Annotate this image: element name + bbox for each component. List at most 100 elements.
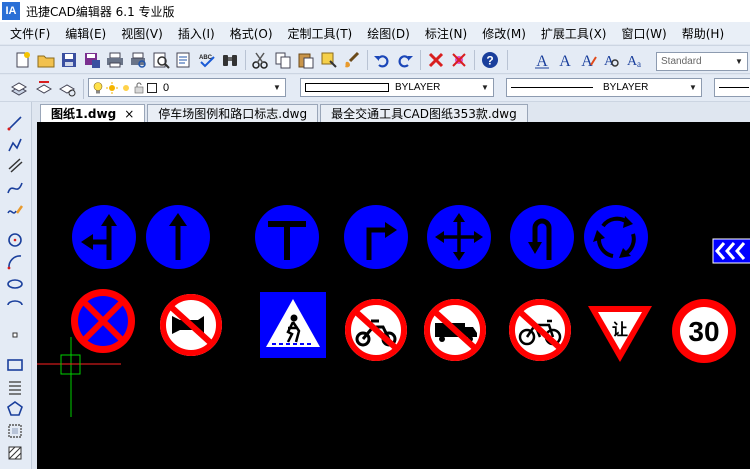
match-properties-icon[interactable] — [320, 51, 338, 69]
hatch-icon[interactable] — [6, 444, 24, 462]
text-style-icon[interactable]: A — [533, 51, 551, 69]
plot-icon[interactable] — [175, 51, 193, 69]
line-icon[interactable] — [6, 114, 24, 132]
menu-file[interactable]: 文件(F) — [10, 25, 50, 42]
linetype-value: BYLAYER — [603, 82, 649, 93]
sign-no-trucks[interactable] — [422, 297, 488, 363]
chevron-down-icon[interactable]: ▼ — [271, 81, 283, 94]
point-icon[interactable] — [6, 326, 24, 344]
tab-parking-signs[interactable]: 停车场图例和路口标志.dwg — [147, 104, 319, 122]
drawing-canvas[interactable]: 让 30 — [37, 122, 750, 469]
color-select[interactable]: BYLAYER ▼ — [300, 78, 494, 97]
ellipse-icon[interactable] — [6, 275, 24, 293]
paste-icon[interactable] — [297, 51, 315, 69]
sun-icon — [106, 81, 118, 94]
sign-roundabout[interactable] — [583, 204, 649, 270]
ucs-crosshair — [37, 337, 121, 417]
spellcheck-icon[interactable]: ABC — [198, 51, 216, 69]
mtext-icon[interactable]: A — [556, 51, 574, 69]
svg-text:A: A — [536, 53, 548, 69]
chevron-down-icon[interactable]: ▼ — [687, 81, 699, 94]
layer-manager-icon[interactable] — [10, 79, 28, 97]
menu-window[interactable]: 窗口(W) — [622, 25, 667, 42]
zoom-icon[interactable] — [152, 51, 170, 69]
saveas-icon[interactable] — [83, 51, 101, 69]
brush-icon[interactable] — [343, 51, 361, 69]
sign-u-turn[interactable] — [509, 204, 575, 270]
title-bar: IA 迅捷CAD编辑器 6.1 专业版 — [0, 0, 750, 22]
open-icon[interactable] — [37, 51, 55, 69]
sign-t-junction[interactable] — [254, 204, 320, 270]
chevron-down-icon[interactable]: ▼ — [479, 81, 491, 94]
menu-draw[interactable]: 绘图(D) — [367, 25, 410, 42]
menu-format[interactable]: 格式(O) — [230, 25, 273, 42]
helix-icon[interactable] — [6, 378, 24, 396]
sign-pedestrian-crossing[interactable] — [260, 292, 326, 358]
multiline-icon[interactable] — [6, 157, 24, 175]
sign-yield[interactable]: 让 — [586, 302, 654, 364]
polygon-icon[interactable] — [6, 400, 24, 418]
menu-insert[interactable]: 插入(I) — [178, 25, 215, 42]
undo-icon[interactable] — [373, 51, 391, 69]
sign-no-bicycles[interactable] — [507, 297, 573, 363]
redo-icon[interactable] — [396, 51, 414, 69]
tab-drawing1[interactable]: 图纸1.dwg × — [40, 104, 146, 122]
menu-dimension[interactable]: 标注(N) — [425, 25, 467, 42]
new-icon[interactable] — [14, 51, 32, 69]
print-icon[interactable] — [106, 51, 124, 69]
tab-label: 图纸1.dwg — [51, 107, 117, 121]
document-tabs: 图纸1.dwg × 停车场图例和路口标志.dwg 最全交通工具CAD图纸353款… — [40, 102, 750, 122]
arc-icon[interactable] — [6, 253, 24, 271]
menu-view[interactable]: 视图(V) — [121, 25, 163, 42]
menu-edit[interactable]: 编辑(E) — [65, 25, 106, 42]
help-icon[interactable]: ? — [481, 51, 499, 69]
lightbulb-icon — [93, 81, 103, 94]
menu-custom-tools[interactable]: 定制工具(T) — [288, 25, 353, 42]
ellipse-arc-icon[interactable] — [6, 296, 24, 314]
text-align-icon[interactable]: Aa — [625, 51, 643, 69]
yield-sign-text: 让 — [612, 320, 628, 339]
sign-no-motorcycles[interactable] — [343, 297, 409, 363]
menu-extensions[interactable]: 扩展工具(X) — [541, 25, 607, 42]
save-icon[interactable] — [60, 51, 78, 69]
purge-icon[interactable] — [450, 51, 468, 69]
layer-previous-icon[interactable] — [35, 79, 53, 97]
lineweight-select[interactable] — [714, 78, 750, 97]
standard-toolbar: ABC ? A A A A Aa Standard ▼ — [0, 45, 750, 74]
find-text-icon[interactable]: A — [602, 51, 620, 69]
text-style-select[interactable]: Standard ▼ — [656, 52, 748, 71]
sign-turn-right[interactable] — [343, 204, 409, 270]
copy-icon[interactable] — [274, 51, 292, 69]
sign-speed-limit[interactable]: 30 — [671, 298, 737, 364]
chevron-down-icon[interactable]: ▼ — [733, 55, 745, 68]
linetype-select[interactable]: BYLAYER ▼ — [506, 78, 702, 97]
color-value: BYLAYER — [395, 82, 441, 93]
lock-icon — [134, 82, 144, 94]
sign-chevron-left[interactable] — [712, 238, 750, 264]
layer-states-icon[interactable] — [58, 79, 76, 97]
circle-icon[interactable] — [6, 231, 24, 249]
delete-icon[interactable] — [427, 51, 445, 69]
layer-select[interactable]: 0 ▼ — [88, 78, 286, 97]
svg-text:A: A — [559, 53, 571, 69]
rectangle-icon[interactable] — [6, 356, 24, 374]
edit-text-icon[interactable]: A — [579, 51, 597, 69]
sketch-icon[interactable] — [6, 201, 24, 219]
draw-toolbar — [0, 102, 32, 469]
svg-text:A: A — [581, 53, 593, 69]
close-icon[interactable]: × — [124, 107, 134, 121]
sign-straight-only[interactable] — [145, 204, 211, 270]
sign-no-horn[interactable] — [158, 292, 224, 358]
menu-modify[interactable]: 修改(M) — [482, 25, 526, 42]
sign-four-way[interactable] — [426, 204, 492, 270]
cut-icon[interactable] — [251, 51, 269, 69]
spline-icon[interactable] — [6, 179, 24, 197]
sign-straight-or-left[interactable] — [71, 204, 137, 270]
menu-help[interactable]: 帮助(H) — [682, 25, 724, 42]
polyline-icon[interactable] — [6, 136, 24, 154]
layer-value: 0 — [163, 81, 170, 94]
binoculars-icon[interactable] — [221, 51, 239, 69]
region-icon[interactable] — [6, 422, 24, 440]
tab-vehicles-cad[interactable]: 最全交通工具CAD图纸353款.dwg — [320, 104, 528, 122]
print-preview-icon[interactable] — [129, 51, 147, 69]
